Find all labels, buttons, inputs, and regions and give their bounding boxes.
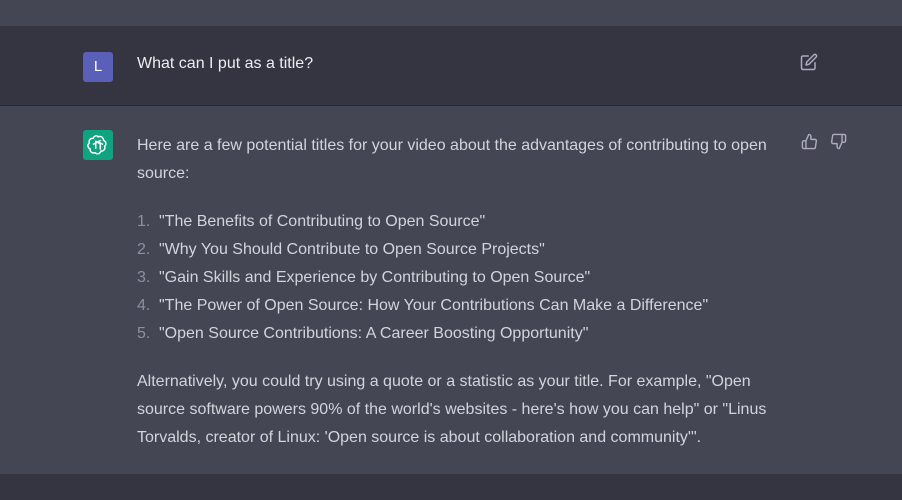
list-item-text: "The Power of Open Source: How Your Cont… xyxy=(159,297,709,314)
list-item: 4. "The Power of Open Source: How Your C… xyxy=(137,292,787,320)
title-suggestions-list: 1. "The Benefits of Contributing to Open… xyxy=(137,208,787,348)
response-closing: Alternatively, you could try using a quo… xyxy=(137,373,767,446)
list-item-text: "Why You Should Contribute to Open Sourc… xyxy=(159,241,545,258)
openai-logo-icon xyxy=(83,130,113,160)
thumbs-down-icon[interactable] xyxy=(830,133,847,150)
edit-icon[interactable] xyxy=(800,53,818,71)
list-item-text: "Open Source Contributions: A Career Boo… xyxy=(159,325,589,342)
list-item-number: 3. xyxy=(137,269,151,286)
next-message-area xyxy=(0,474,902,500)
list-item: 3. "Gain Skills and Experience by Contri… xyxy=(137,264,787,292)
list-item-number: 2. xyxy=(137,241,151,258)
list-item: 5. "Open Source Contributions: A Career … xyxy=(137,320,787,348)
response-intro: Here are a few potential titles for your… xyxy=(137,137,767,182)
list-item-number: 4. xyxy=(137,297,151,314)
list-item-text: "Gain Skills and Experience by Contribut… xyxy=(159,269,591,286)
list-item: 1. "The Benefits of Contributing to Open… xyxy=(137,208,787,236)
list-item-number: 1. xyxy=(137,213,151,230)
previous-message-area xyxy=(0,0,902,26)
list-item-number: 5. xyxy=(137,325,151,342)
list-item-text: "The Benefits of Contributing to Open So… xyxy=(159,213,486,230)
thumbs-up-icon[interactable] xyxy=(801,133,818,150)
assistant-message-row: Here are a few potential titles for your… xyxy=(0,106,902,474)
user-message-row: L What can I put as a title? xyxy=(0,26,902,106)
assistant-response: Here are a few potential titles for your… xyxy=(137,132,787,452)
list-item: 2. "Why You Should Contribute to Open So… xyxy=(137,236,787,264)
user-avatar: L xyxy=(83,52,113,82)
user-message-text: What can I put as a title? xyxy=(137,55,314,72)
